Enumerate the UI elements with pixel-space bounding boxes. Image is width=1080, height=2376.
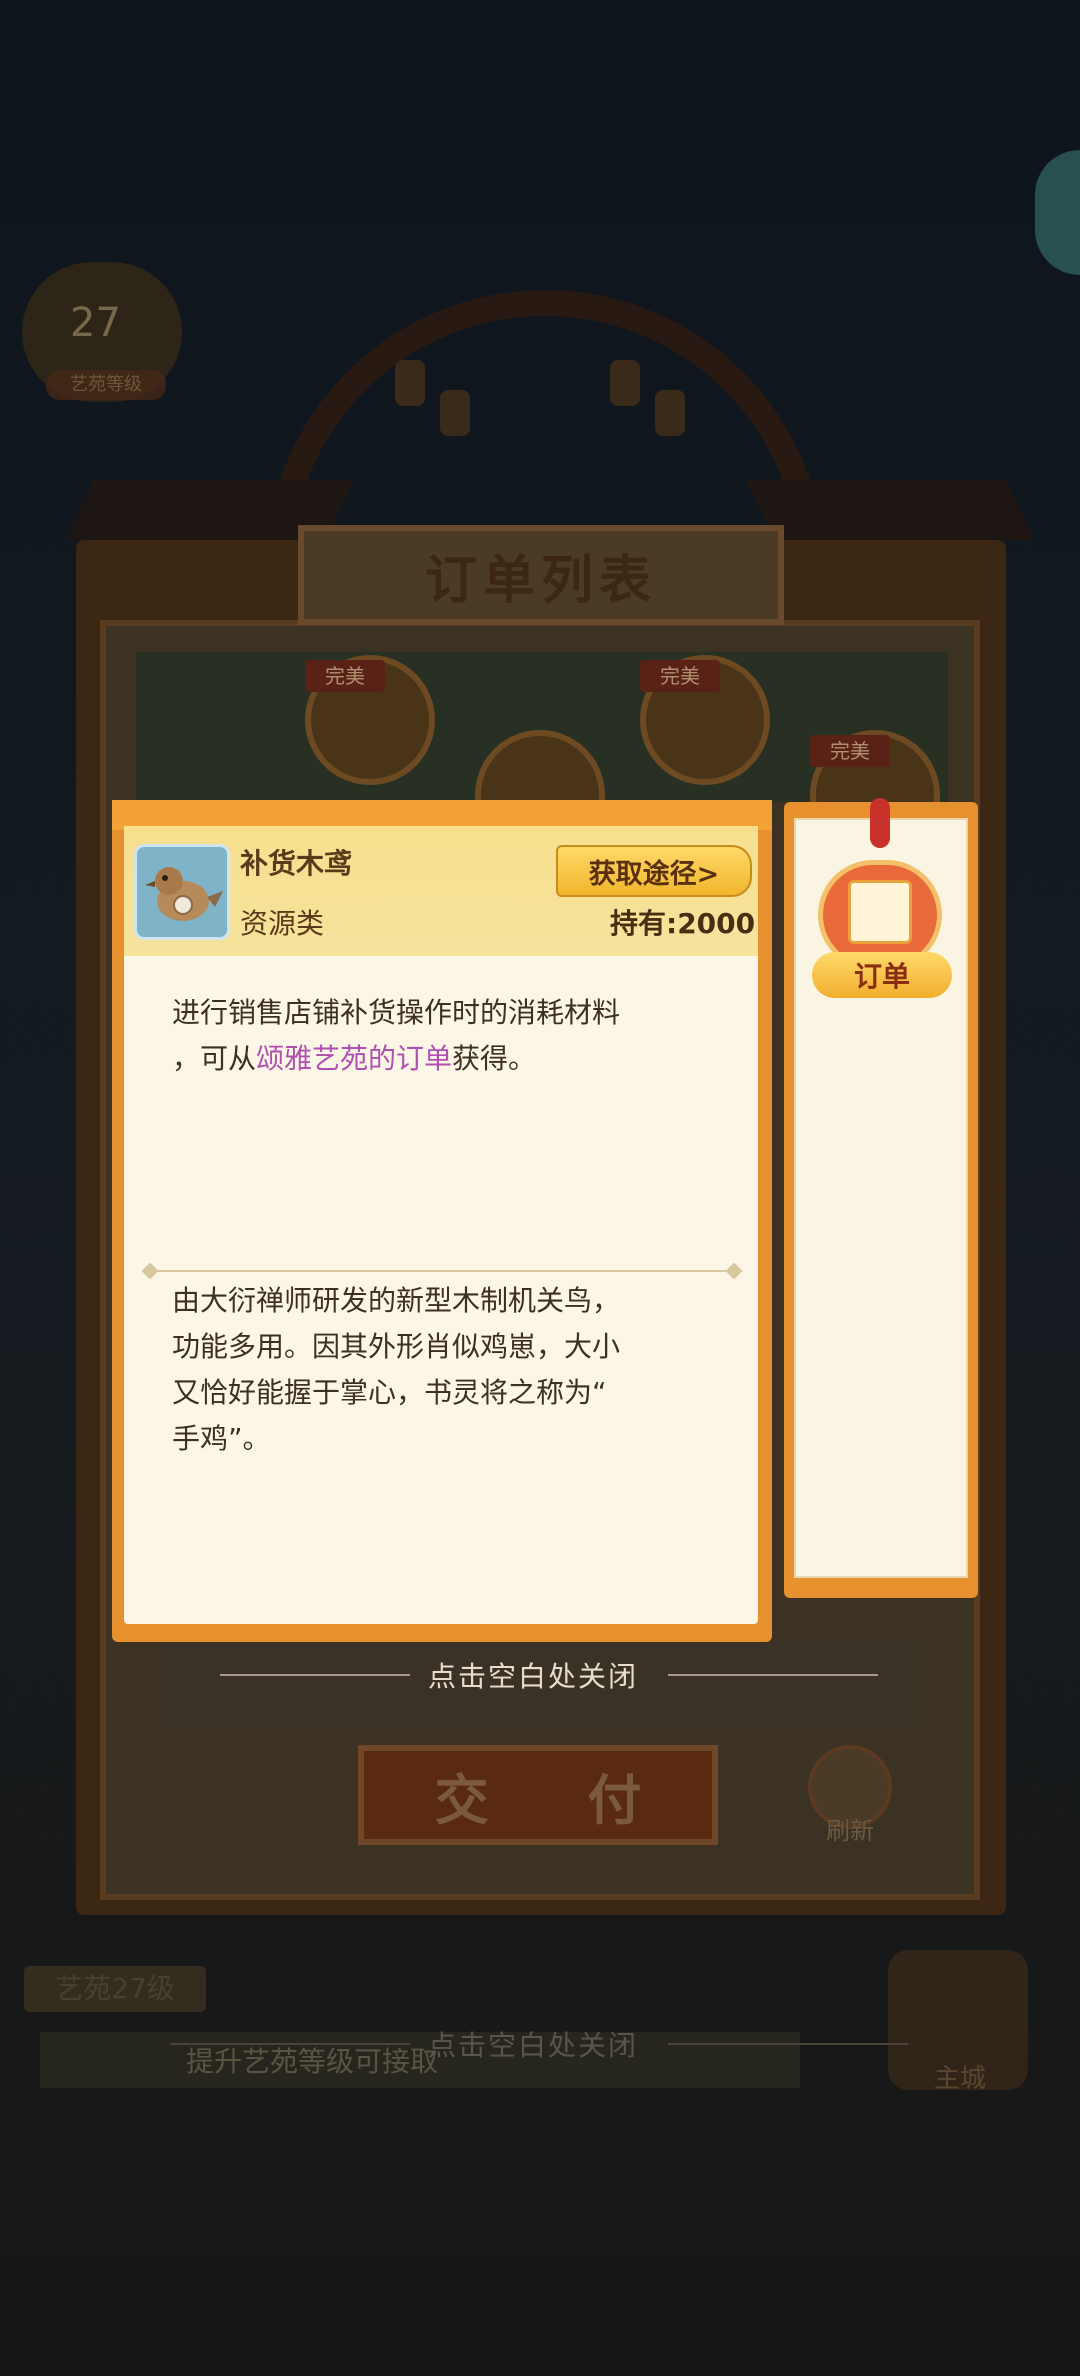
owned-count: 持有:2000 — [610, 907, 756, 940]
level-caption: 艺苑等级 — [46, 370, 166, 400]
lore-line: 功能多用。因其外形肖似鸡崽，大小 — [172, 1330, 621, 1363]
lantern-icon — [655, 390, 685, 436]
refresh-button[interactable]: 刷新 — [800, 1745, 900, 1845]
item-category: 资源类 — [240, 907, 325, 940]
get-source-button[interactable]: 获取途径> — [556, 845, 752, 897]
level-number: 27 — [70, 300, 121, 346]
detail-divider — [150, 1270, 740, 1272]
deliver-button[interactable]: 交 付 — [358, 1745, 718, 1845]
item-lore: 由大衍禅师研发的新型木制机关鸟， 功能多用。因其外形肖似鸡崽，大小 又恰好能握于… — [172, 1278, 732, 1462]
main-city-label: 主城 — [933, 2064, 986, 2094]
close-hint-lower: 点击空白处关闭 — [428, 2029, 639, 2062]
deliver-label: 交 付 — [434, 1768, 682, 1832]
close-hint-line — [668, 2043, 908, 2045]
close-hint-line — [170, 2043, 410, 2045]
description-line: 进行销售店铺补货操作时的消耗材料 — [172, 996, 621, 1029]
lore-line: 由大衍禅师研发的新型木制机关鸟， — [172, 1284, 621, 1317]
close-hint-line — [220, 1674, 410, 1676]
perfect-tag: 完美 — [810, 735, 890, 767]
perfect-tag: 完美 — [305, 660, 385, 692]
lantern-icon — [610, 360, 640, 406]
lore-line: 手鸡”。 — [172, 1422, 271, 1455]
perfect-tag: 完美 — [640, 660, 720, 692]
item-name: 补货木鸢 — [240, 847, 353, 880]
description-suffix: 获得。 — [452, 1042, 537, 1075]
lantern-icon — [440, 390, 470, 436]
lantern-icon — [395, 360, 425, 406]
get-source-label: 获取途径> — [588, 858, 720, 890]
order-list-title-plaque: 订单列表 — [298, 525, 784, 625]
unlock-hint: 提升艺苑等级可接取 — [186, 2045, 439, 2078]
yiyuan-level-tag: 艺苑27级 — [24, 1966, 206, 2012]
lore-line: 又恰好能握于掌心，书灵将之称为“ — [172, 1376, 607, 1409]
order-scroll-icon — [848, 880, 912, 944]
corner-button[interactable] — [1035, 150, 1080, 275]
description-prefix: ，可从 — [172, 1042, 257, 1075]
order-list-title: 订单列表 — [424, 550, 657, 611]
order-tab-label: 订单 — [853, 960, 910, 993]
roof-right — [746, 480, 1034, 540]
close-hint-line — [668, 1674, 878, 1676]
item-description: 进行销售店铺补货操作时的消耗材料 ，可从颂雅艺苑的订单获得。 — [172, 990, 732, 1082]
description-highlight: 颂雅艺苑的订单 — [256, 1042, 453, 1075]
tab-pin-icon — [870, 798, 890, 848]
description-line: ，可从颂雅艺苑的订单获得。 — [172, 1036, 732, 1082]
order-tab[interactable]: 订单 — [812, 952, 952, 998]
wooden-bird-icon — [134, 844, 230, 940]
close-hint[interactable]: 点击空白处关闭 — [428, 1655, 638, 1695]
refresh-label: 刷新 — [826, 1817, 874, 1845]
